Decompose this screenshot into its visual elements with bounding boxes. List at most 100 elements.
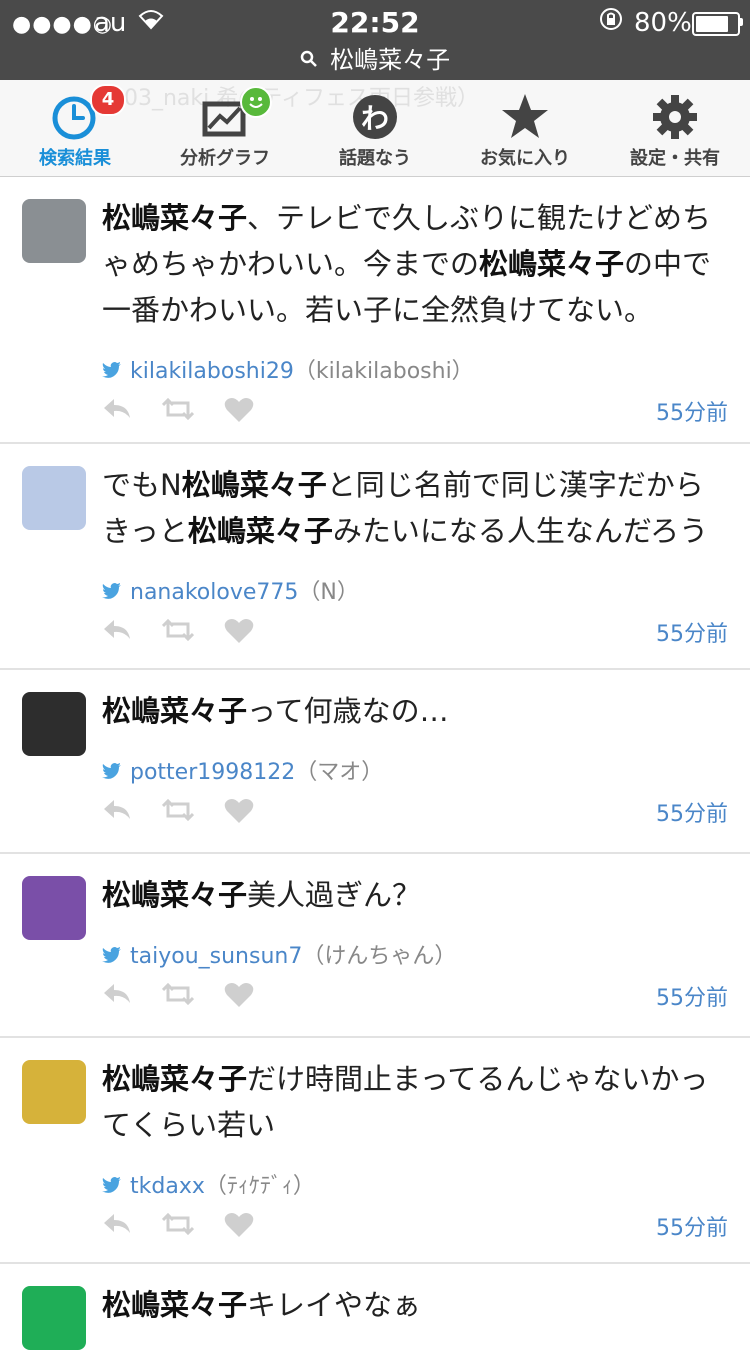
search-keyword-highlight: 松嶋菜々子	[181, 468, 327, 502]
tab-search-results[interactable]: 4 検索結果	[0, 80, 150, 176]
retweet-icon[interactable]	[161, 397, 195, 428]
heart-icon[interactable]	[224, 397, 254, 430]
tab-analysis-graph[interactable]: 分析グラフ	[150, 80, 300, 176]
tab-label: 設定・共有	[630, 148, 720, 169]
reply-icon[interactable]	[102, 1212, 132, 1243]
twitter-bird-icon	[102, 580, 122, 604]
tweet-author[interactable]: potter1998122（マオ）	[102, 754, 383, 786]
battery-percent: 80%	[634, 8, 692, 38]
tab-label: 検索結果	[39, 148, 111, 169]
search-keyword-highlight: 松嶋菜々子	[102, 694, 248, 728]
search-query-bar[interactable]: 松嶋菜々子	[0, 40, 750, 75]
text-segment: みたいになる人生なんだろう	[332, 514, 709, 548]
author-name: （ﾃｨｹﾃﾞｨ）	[204, 1174, 315, 1199]
search-keyword-highlight: 松嶋菜々子	[102, 1288, 248, 1322]
search-keyword-highlight: 松嶋菜々子	[102, 201, 248, 235]
tweet-actions	[102, 798, 254, 831]
tweet-timestamp: 55分前	[656, 986, 728, 1011]
author-handle[interactable]: tkdaxx	[130, 1174, 205, 1199]
retweet-icon[interactable]	[161, 982, 195, 1013]
tweet-text-line: 松嶋菜々子美人過ぎん？	[102, 872, 732, 918]
twitter-bird-icon	[102, 1174, 122, 1198]
tweet-item[interactable]: 松嶋菜々子だけ時間止まってるんじゃないかってくらい若い tkdaxx（ﾃｨｹﾃﾞｨ…	[0, 1038, 750, 1264]
tweet-author[interactable]: tkdaxx（ﾃｨｹﾃﾞｨ）	[102, 1168, 315, 1200]
avatar[interactable]	[22, 1060, 86, 1124]
text-segment: と同じ名前で同じ漢字だから	[326, 468, 704, 502]
text-segment: きっと	[102, 514, 188, 548]
avatar[interactable]	[22, 199, 86, 263]
tweet-item[interactable]: 松嶋菜々子美人過ぎん？ taiyou_sunsun7（けんちゃん） 55分前	[0, 854, 750, 1038]
tab-settings-share[interactable]: 設定・共有	[600, 80, 750, 176]
text-segment: キレイやなぁ	[247, 1288, 422, 1322]
tweet-timestamp: 55分前	[656, 1216, 728, 1241]
avatar[interactable]	[22, 692, 86, 756]
rotation-lock-icon	[598, 6, 624, 38]
reply-icon[interactable]	[102, 798, 132, 829]
search-query: 松嶋菜々子	[330, 46, 451, 74]
notification-badge: 4	[90, 84, 126, 116]
reply-icon[interactable]	[102, 397, 132, 428]
tweet-actions	[102, 618, 254, 651]
battery-tip	[740, 18, 743, 26]
status-bar: ●●●●○ au 22:52 80% 松嶋菜々子	[0, 0, 750, 80]
author-handle[interactable]: taiyou_sunsun7	[130, 944, 302, 969]
tweet-author[interactable]: kilakilaboshi29（kilakilaboshi）	[102, 353, 474, 385]
text-segment: 一番かわいい。若い子に全然負けてない。	[102, 293, 654, 327]
tweet-item[interactable]: 松嶋菜々子って何歳なの… potter1998122（マオ） 55分前	[0, 670, 750, 854]
avatar[interactable]	[22, 1286, 86, 1350]
tweet-text-line: 一番かわいい。若い子に全然負けてない。	[102, 287, 732, 333]
heart-icon[interactable]	[224, 798, 254, 831]
tweet-author[interactable]: taiyou_sunsun7（けんちゃん）	[102, 938, 456, 970]
tweet-text: 松嶋菜々子キレイやなぁ	[102, 1282, 732, 1328]
avatar[interactable]	[22, 876, 86, 940]
tab-favorites[interactable]: お気に入り	[450, 80, 600, 176]
reply-icon[interactable]	[102, 982, 132, 1013]
author-handle[interactable]: nanakolove775	[130, 580, 298, 605]
search-keyword-highlight: 松嶋菜々子	[187, 514, 333, 548]
author-handle[interactable]: potter1998122	[130, 760, 295, 785]
tweet-author[interactable]: nanakolove775（N）	[102, 574, 359, 606]
tweet-item[interactable]: 松嶋菜々子キレイやなぁ	[0, 1264, 750, 1354]
author-name: （マオ）	[295, 760, 384, 785]
tab-trending[interactable]: わ 話題なう	[300, 80, 450, 176]
tweet-timestamp: 55分前	[656, 401, 728, 426]
heart-icon[interactable]	[224, 982, 254, 1015]
text-segment: 美人過ぎん？	[247, 878, 422, 912]
tweet-item[interactable]: 松嶋菜々子、テレビで久しぶりに観たけどめち ゃめちゃかわいい。今までの松嶋菜々子の…	[0, 177, 750, 444]
tweet-text-line: ゃめちゃかわいい。今までの松嶋菜々子の中で	[102, 241, 732, 287]
tweet-text-line: 松嶋菜々子キレイやなぁ	[102, 1282, 732, 1328]
retweet-icon[interactable]	[161, 618, 195, 649]
tweet-text: 松嶋菜々子、テレビで久しぶりに観たけどめち ゃめちゃかわいい。今までの松嶋菜々子の…	[102, 195, 732, 333]
text-segment: って何歳なの…	[247, 694, 449, 728]
text-segment: の中で	[624, 247, 712, 281]
search-keyword-highlight: 松嶋菜々子	[102, 878, 248, 912]
tweet-item[interactable]: でもN松嶋菜々子と同じ名前で同じ漢字だから きっと松嶋菜々子みたいになる人生なんだ…	[0, 444, 750, 670]
tweet-text: でもN松嶋菜々子と同じ名前で同じ漢字だから きっと松嶋菜々子みたいになる人生なんだ…	[102, 462, 732, 554]
heart-icon[interactable]	[224, 618, 254, 651]
tweet-text: 松嶋菜々子って何歳なの…	[102, 688, 732, 734]
text-segment: てくらい若い	[102, 1108, 276, 1142]
retweet-icon[interactable]	[161, 1212, 195, 1243]
text-segment: だけ時間止まってるんじゃないかっ	[247, 1062, 709, 1096]
tweet-text-line: 松嶋菜々子だけ時間止まってるんじゃないかっ	[102, 1056, 732, 1102]
tweet-actions	[102, 1212, 254, 1245]
text-segment: 、テレビで久しぶりに観たけどめち	[247, 201, 712, 235]
author-handle[interactable]: kilakilaboshi29	[130, 359, 294, 384]
reply-icon[interactable]	[102, 618, 132, 649]
heart-icon[interactable]	[224, 1212, 254, 1245]
battery-icon	[692, 12, 740, 36]
search-icon	[300, 49, 324, 73]
tweet-timestamp: 55分前	[656, 622, 728, 647]
avatar[interactable]	[22, 466, 86, 530]
battery-level	[696, 16, 728, 32]
retweet-icon[interactable]	[161, 798, 195, 829]
tweet-text-line: 松嶋菜々子、テレビで久しぶりに観たけどめち	[102, 195, 732, 241]
tweet-text-line: きっと松嶋菜々子みたいになる人生なんだろう	[102, 508, 732, 554]
author-name: （けんちゃん）	[302, 944, 457, 969]
wa-glyph: わ	[361, 102, 389, 135]
text-segment: ゃめちゃかわいい。今までの	[102, 247, 480, 281]
star-icon	[500, 90, 550, 140]
smile-icon	[240, 86, 272, 118]
tweet-timestamp: 55分前	[656, 802, 728, 827]
tweet-list: 松嶋菜々子、テレビで久しぶりに観たけどめち ゃめちゃかわいい。今までの松嶋菜々子の…	[0, 177, 750, 1354]
